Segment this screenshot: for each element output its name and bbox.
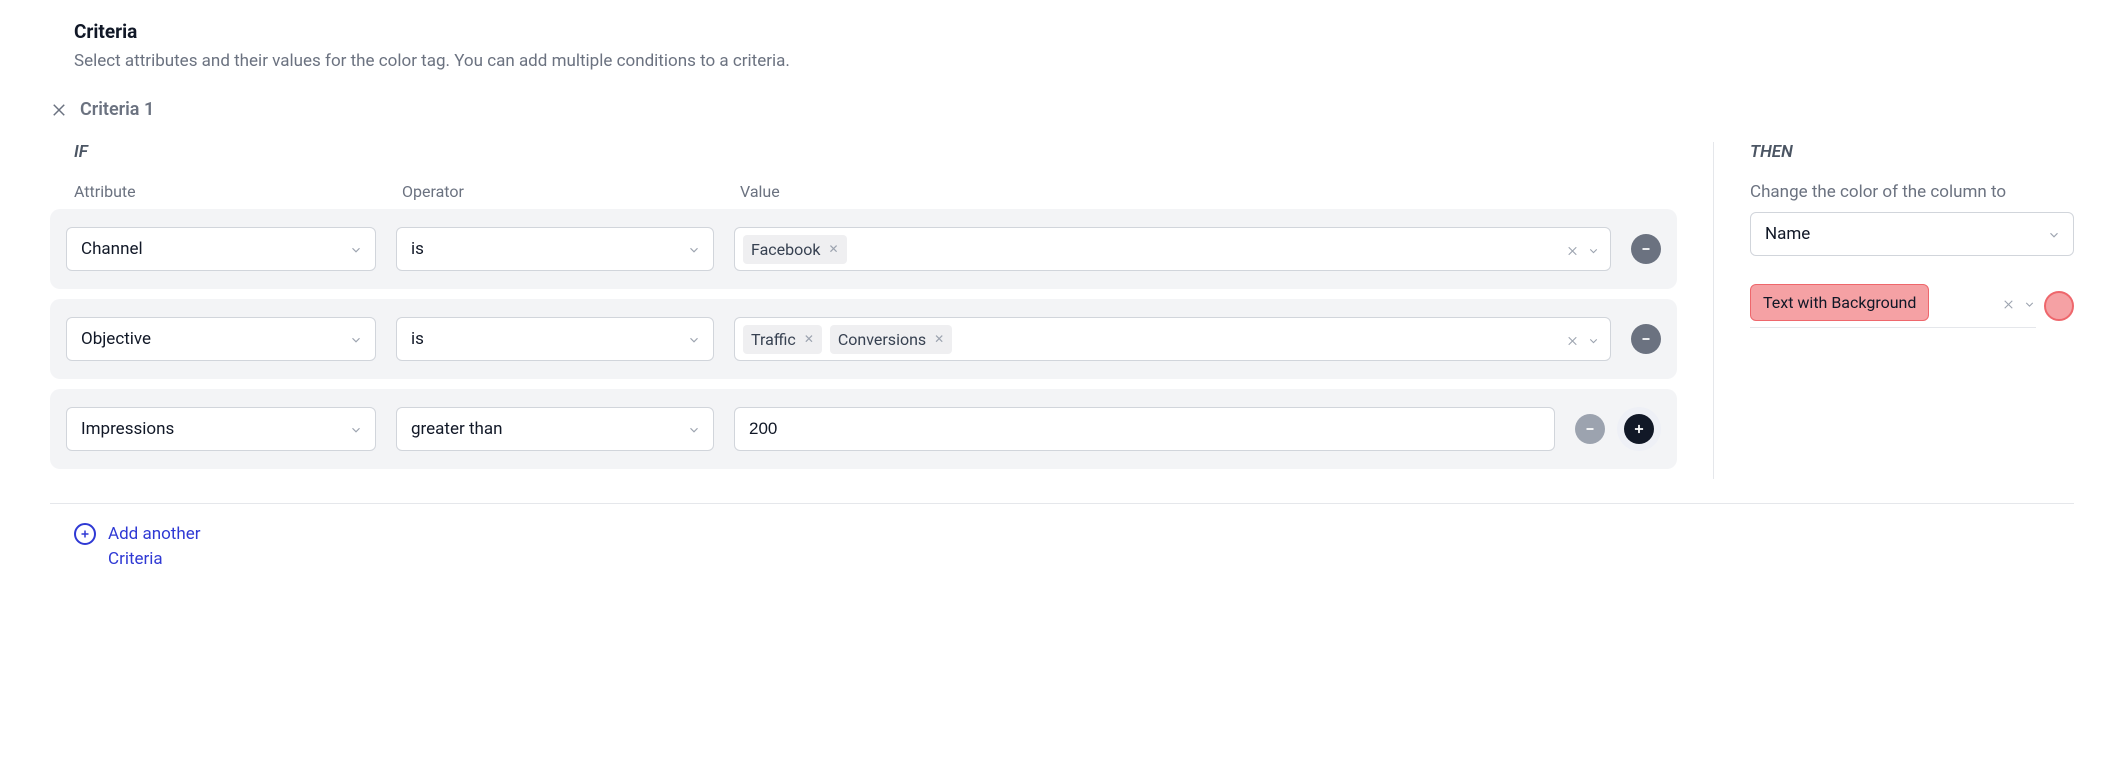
col-header-attribute: Attribute <box>74 182 382 201</box>
chevron-down-icon <box>349 332 363 346</box>
condition-row: Impressions greater than <box>50 389 1677 469</box>
value-multiselect[interactable]: Traffic ✕ Conversions ✕ <box>734 317 1611 361</box>
tag-label: Traffic <box>751 330 796 349</box>
divider <box>50 503 2074 504</box>
chevron-down-icon <box>349 242 363 256</box>
chevron-down-icon <box>687 422 701 436</box>
value-tag: Facebook ✕ <box>743 235 847 264</box>
section-title: Criteria <box>74 20 2074 43</box>
attribute-value: Impressions <box>81 419 174 439</box>
remove-condition-button[interactable] <box>1575 414 1605 444</box>
then-label: THEN <box>1750 142 2074 162</box>
operator-select[interactable]: greater than <box>396 407 714 451</box>
chevron-down-icon <box>2047 227 2061 241</box>
attribute-value: Objective <box>81 329 151 349</box>
section-description: Select attributes and their values for t… <box>74 51 2074 71</box>
chevron-down-icon[interactable] <box>1587 243 1600 256</box>
operator-value: is <box>411 239 424 259</box>
remove-condition-button[interactable] <box>1631 324 1661 354</box>
attribute-select[interactable]: Channel <box>66 227 376 271</box>
clear-icon[interactable] <box>1566 243 1579 256</box>
chevron-down-icon[interactable] <box>1587 333 1600 346</box>
attribute-value: Channel <box>81 239 143 259</box>
column-value: Name <box>1765 224 1810 244</box>
if-label: IF <box>74 142 1677 162</box>
operator-select[interactable]: is <box>396 317 714 361</box>
plus-circle-icon <box>74 523 96 545</box>
condition-row: Objective is Traffic ✕ Conversions ✕ <box>50 299 1677 379</box>
attribute-select[interactable]: Objective <box>66 317 376 361</box>
add-criteria-link[interactable]: Add another Criteria <box>74 522 2074 571</box>
value-input[interactable] <box>734 407 1555 451</box>
remove-tag-icon[interactable]: ✕ <box>828 242 838 256</box>
tag-label: Facebook <box>751 240 820 259</box>
tag-label: Conversions <box>838 330 926 349</box>
remove-condition-button[interactable] <box>1631 234 1661 264</box>
operator-select[interactable]: is <box>396 227 714 271</box>
add-criteria-label: Add another Criteria <box>108 522 248 571</box>
value-tag: Traffic ✕ <box>743 325 822 354</box>
attribute-select[interactable]: Impressions <box>66 407 376 451</box>
chevron-down-icon <box>687 332 701 346</box>
then-description: Change the color of the column to <box>1750 182 2074 202</box>
value-multiselect[interactable]: Facebook ✕ <box>734 227 1611 271</box>
chevron-down-icon <box>687 242 701 256</box>
criteria-name: Criteria 1 <box>80 99 154 120</box>
chevron-down-icon[interactable] <box>2023 296 2036 309</box>
value-tag: Conversions ✕ <box>830 325 952 354</box>
operator-value: is <box>411 329 424 349</box>
remove-criteria-icon[interactable] <box>50 101 68 119</box>
style-chip: Text with Background <box>1750 284 1929 321</box>
clear-style-icon[interactable] <box>2002 296 2015 309</box>
color-swatch[interactable] <box>2044 291 2074 321</box>
chevron-down-icon <box>349 422 363 436</box>
remove-tag-icon[interactable]: ✕ <box>934 332 944 346</box>
clear-icon[interactable] <box>1566 333 1579 346</box>
column-select[interactable]: Name <box>1750 212 2074 256</box>
operator-value: greater than <box>411 419 503 439</box>
remove-tag-icon[interactable]: ✕ <box>804 332 814 346</box>
add-condition-wrap <box>1617 407 1661 451</box>
col-header-operator: Operator <box>402 182 720 201</box>
condition-row: Channel is Facebook ✕ <box>50 209 1677 289</box>
add-condition-button[interactable] <box>1624 414 1654 444</box>
col-header-value: Value <box>740 182 1677 201</box>
